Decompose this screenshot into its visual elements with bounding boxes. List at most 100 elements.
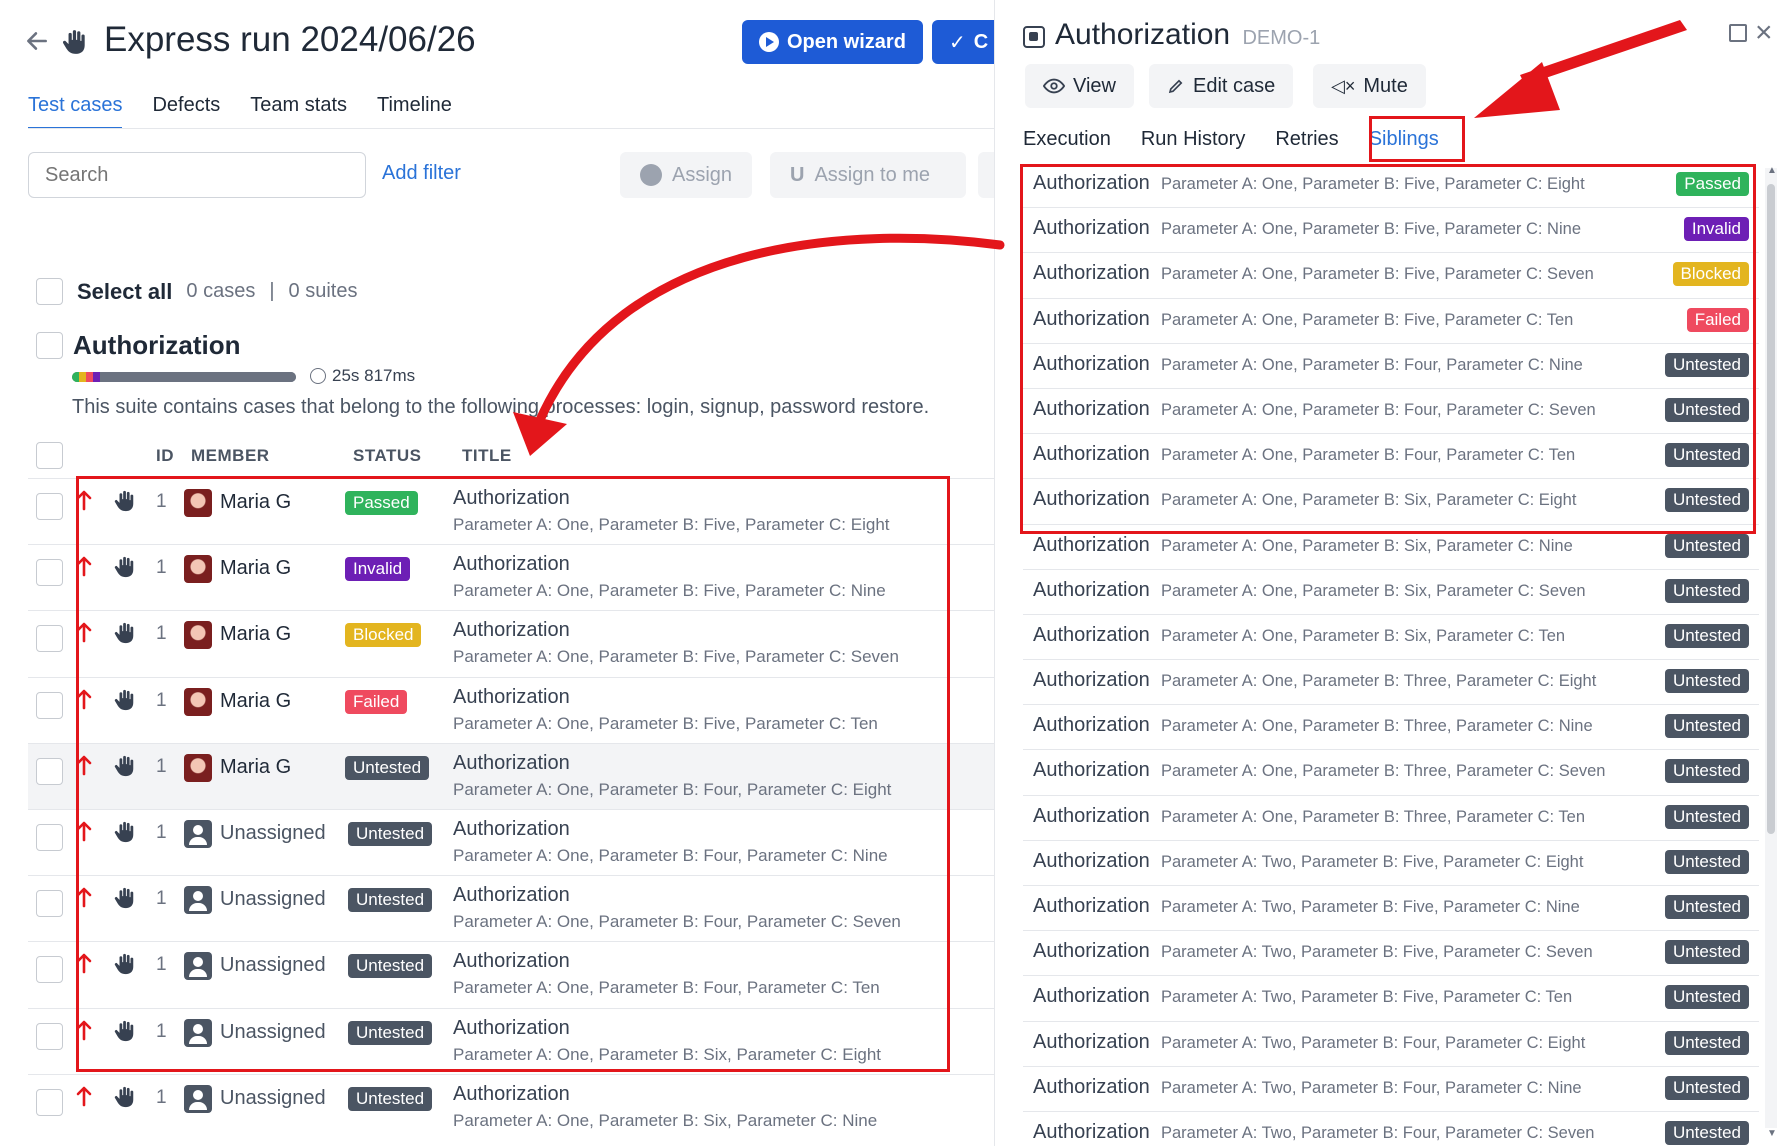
case-row[interactable]: 1 Maria G Blocked Authorization Parameter A:… [28,610,994,676]
add-filter-link[interactable]: Add filter [382,162,461,185]
tab-siblings[interactable]: Siblings [1369,128,1439,151]
sibling-row[interactable]: Authorization Parameter A: One, Parameter… [1023,660,1759,706]
back-arrow-icon[interactable] [24,28,50,54]
siblings-scrollbar[interactable] [1765,168,1777,1128]
view-button[interactable]: View [1025,64,1134,108]
sibling-name[interactable]: Authorization [1033,714,1150,737]
sibling-name[interactable]: Authorization [1033,805,1150,828]
mute-button[interactable]: ◁× Mute [1313,64,1426,108]
sibling-row[interactable]: Authorization Parameter A: One, Parameter… [1023,163,1759,209]
scrollbar-thumb[interactable] [1767,184,1775,834]
close-icon[interactable]: × [1755,18,1773,48]
sibling-name[interactable]: Authorization [1033,985,1150,1008]
sibling-row[interactable]: Authorization Parameter A: One, Parameter… [1023,479,1759,525]
case-checkbox[interactable] [36,691,63,719]
case-row[interactable]: 1 Maria G Untested Authorization Parameter A… [28,742,994,809]
edit-case-button[interactable]: Edit case [1149,64,1294,108]
case-title[interactable]: Authorization [453,752,570,775]
sibling-row[interactable]: Authorization Parameter A: One, Parameter… [1023,344,1759,389]
sibling-name[interactable]: Authorization [1033,1121,1150,1144]
case-row[interactable]: 1 Maria G Invalid Authorization Parameter A:… [28,544,994,610]
sibling-name[interactable]: Authorization [1033,398,1150,421]
case-title[interactable]: Authorization [453,818,570,841]
case-row[interactable]: 1 Maria G Passed Authorization Parameter A: … [28,478,994,544]
sibling-name[interactable]: Authorization [1033,669,1150,692]
case-row[interactable]: 1 Unassigned Untested Authorization Paramete… [28,809,994,875]
sibling-row[interactable]: Authorization Parameter A: One, Parameter… [1023,570,1759,615]
case-title[interactable]: Authorization [453,1017,570,1040]
sibling-name[interactable]: Authorization [1033,1076,1150,1099]
case-checkbox[interactable] [36,757,63,785]
sibling-name[interactable]: Authorization [1033,488,1150,511]
tab-timeline[interactable]: Timeline [377,94,452,129]
complete-run-button[interactable]: ✓ C [932,20,994,64]
case-checkbox[interactable] [36,824,63,851]
tab-retries[interactable]: Retries [1275,128,1338,151]
sibling-row[interactable]: Authorization Parameter A: One, Parameter… [1023,750,1759,796]
sibling-row[interactable]: Authorization Parameter A: Two, Parameter… [1023,1112,1759,1146]
sibling-row[interactable]: Authorization Parameter A: One, Parameter… [1023,208,1759,254]
tab-execution[interactable]: Execution [1023,128,1111,151]
sibling-row[interactable]: Authorization Parameter A: Two, Parameter… [1023,976,1759,1022]
search-input[interactable] [28,152,366,198]
assign-button[interactable]: Assign [620,152,753,198]
sibling-name[interactable]: Authorization [1033,353,1150,376]
sibling-row[interactable]: Authorization Parameter A: One, Parameter… [1023,796,1759,841]
sibling-row[interactable]: Authorization Parameter A: Two, Parameter… [1023,886,1759,932]
case-row[interactable]: 1 Unassigned Untested Authorization Paramete… [28,875,994,941]
sibling-row[interactable]: Authorization Parameter A: One, Parameter… [1023,525,1759,570]
tab-test-cases[interactable]: Test cases [28,94,123,129]
sibling-row[interactable]: Authorization Parameter A: One, Parameter… [1023,615,1759,661]
sibling-row[interactable]: Authorization Parameter A: One, Parameter… [1023,705,1759,751]
sibling-name[interactable]: Authorization [1033,624,1150,647]
sibling-row[interactable]: Authorization Parameter A: Two, Parameter… [1023,841,1759,886]
case-title[interactable]: Authorization [453,553,570,576]
case-title[interactable]: Authorization [453,619,570,642]
case-checkbox[interactable] [36,625,63,653]
sibling-name[interactable]: Authorization [1033,262,1150,285]
sibling-name[interactable]: Authorization [1033,172,1150,195]
detach-window-icon[interactable] [1729,24,1747,42]
sibling-name[interactable]: Authorization [1033,217,1150,240]
scroll-down-icon[interactable]: ▼ [1767,1128,1777,1139]
sibling-name[interactable]: Authorization [1033,579,1150,602]
case-checkbox[interactable] [36,956,63,984]
scroll-up-icon[interactable]: ▲ [1767,165,1777,176]
tab-team-stats[interactable]: Team stats [250,94,347,129]
case-checkbox[interactable] [36,493,63,520]
case-title[interactable]: Authorization [453,487,570,510]
sibling-name[interactable]: Authorization [1033,759,1150,782]
more-actions-button[interactable] [978,152,994,198]
sibling-row[interactable]: Authorization Parameter A: One, Parameter… [1023,299,1759,344]
case-row[interactable]: 1 Unassigned Untested Authorization Paramete… [28,1073,994,1140]
sibling-name[interactable]: Authorization [1033,850,1150,873]
sibling-row[interactable]: Authorization Parameter A: One, Parameter… [1023,434,1759,480]
sibling-row[interactable]: Authorization Parameter A: Two, Parameter… [1023,1022,1759,1067]
case-row[interactable]: 1 Unassigned Untested Authorization Paramete… [28,1007,994,1074]
sibling-name[interactable]: Authorization [1033,308,1150,331]
header-checkbox[interactable] [36,442,63,469]
case-row[interactable]: 1 Unassigned Untested Authorization Paramete… [28,941,994,1007]
case-checkbox[interactable] [36,890,63,918]
sibling-name[interactable]: Authorization [1033,1031,1150,1054]
tab-defects[interactable]: Defects [152,94,220,129]
select-all-checkbox[interactable] [36,278,63,305]
suite-checkbox[interactable] [36,332,63,359]
sibling-row[interactable]: Authorization Parameter A: One, Parameter… [1023,253,1759,299]
sibling-row[interactable]: Authorization Parameter A: One, Parameter… [1023,389,1759,435]
sibling-name[interactable]: Authorization [1033,443,1150,466]
case-row[interactable]: 1 Maria G Failed Authorization Parameter A: … [28,676,994,743]
sibling-name[interactable]: Authorization [1033,895,1150,918]
case-checkbox[interactable] [36,1022,63,1050]
case-title[interactable]: Authorization [453,884,570,907]
assign-to-me-button[interactable]: U Assign to me [770,152,966,198]
case-title[interactable]: Authorization [453,1083,570,1106]
case-title[interactable]: Authorization [453,950,570,973]
case-title[interactable]: Authorization [453,686,570,709]
sibling-name[interactable]: Authorization [1033,940,1150,963]
open-wizard-button[interactable]: Open wizard [742,20,923,64]
tab-run-history[interactable]: Run History [1141,128,1245,151]
sibling-row[interactable]: Authorization Parameter A: Two, Parameter… [1023,931,1759,977]
sibling-row[interactable]: Authorization Parameter A: Two, Parameter… [1023,1067,1759,1112]
case-checkbox[interactable] [36,559,63,587]
